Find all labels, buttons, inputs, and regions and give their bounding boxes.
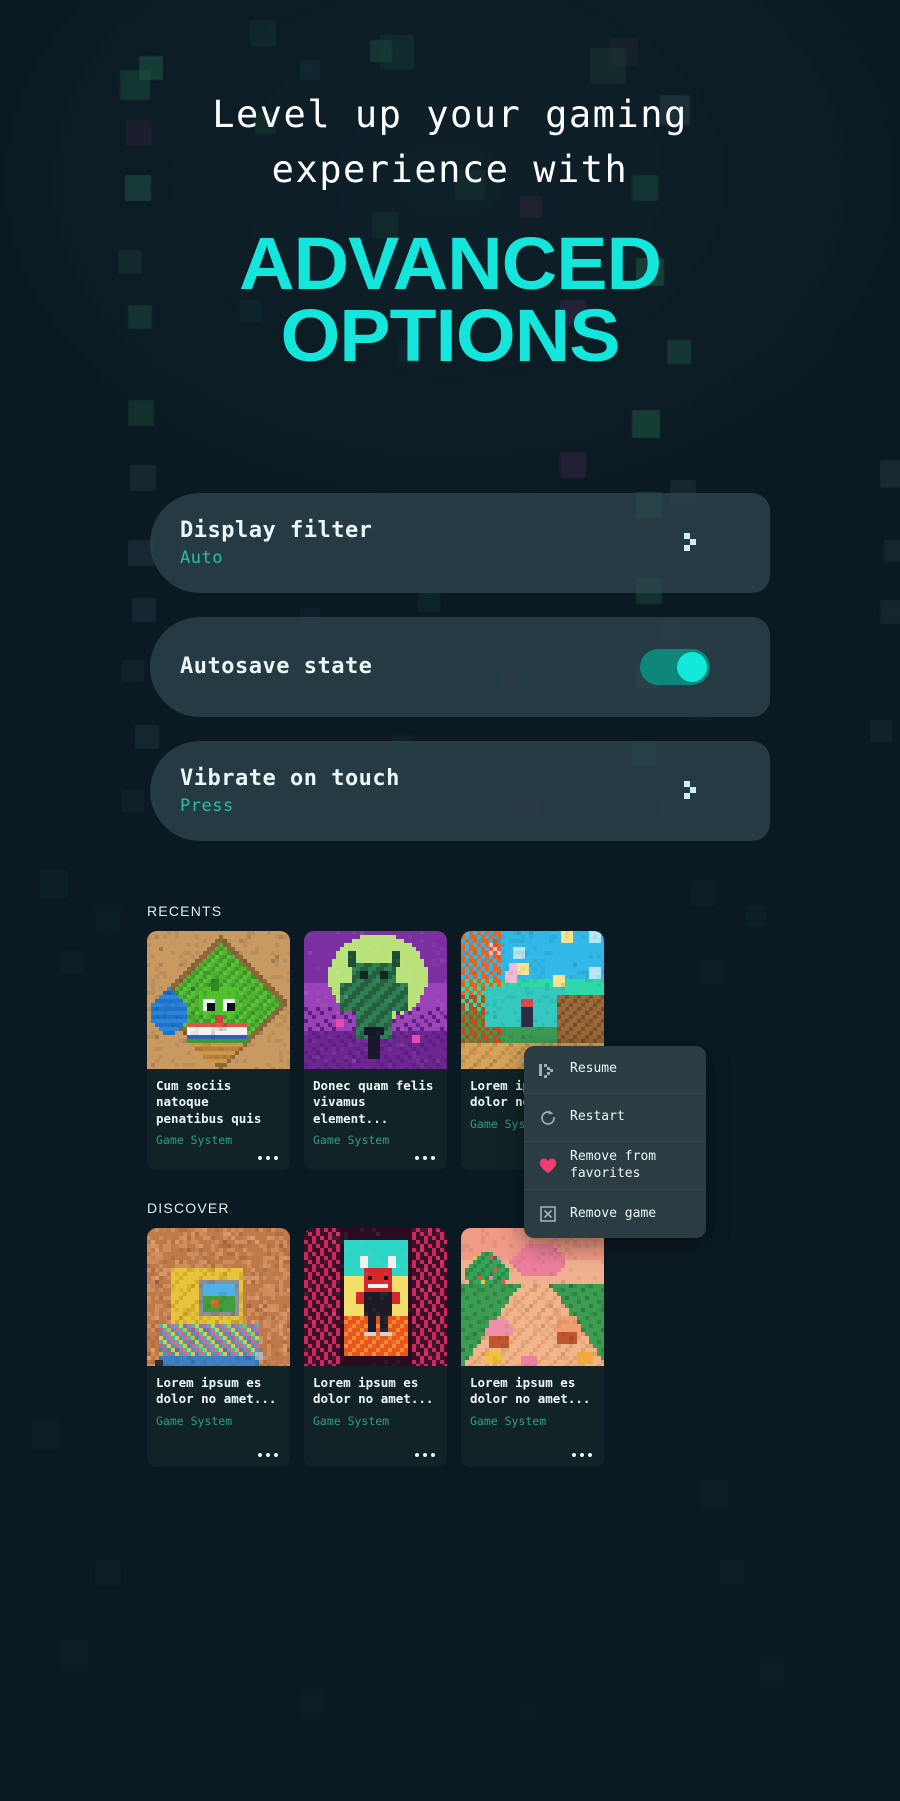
app-screen: Level up your gaming experience with ADV… (0, 0, 900, 1801)
context-menu-item-label: Remove game (570, 1205, 657, 1221)
game-system: Game System (313, 1133, 390, 1148)
game-card[interactable]: Donec quam felis vivamus element... Game… (304, 930, 447, 1170)
chevron-right-icon[interactable] (680, 530, 706, 556)
setting-title: Autosave state (180, 654, 373, 680)
chevron-right-icon[interactable] (680, 778, 706, 804)
heart-icon (538, 1156, 558, 1176)
game-title: Lorem ipsum es dolor no amet... (313, 1374, 434, 1407)
game-row: Lorem ipsum es dolor no amet... Game Sys… (147, 1227, 900, 1467)
setting-texts: Autosave state (180, 654, 640, 679)
ellipsis-icon[interactable] (415, 1452, 435, 1457)
setting-autosave-state[interactable]: Autosave state (150, 616, 770, 717)
game-system: Game System (313, 1413, 390, 1428)
game-library: RECENTS Cum sociis natoque penatibus qui… (0, 903, 900, 1467)
ellipsis-icon[interactable] (572, 1452, 592, 1457)
game-system: Game System (156, 1413, 233, 1428)
game-title: Lorem ipsum es dolor no amet... (470, 1374, 591, 1407)
game-context-menu: Resume Restart Remove from favorites Rem… (524, 1046, 706, 1238)
context-menu-item-label: Restart (570, 1109, 625, 1125)
game-meta: Donec quam felis vivamus element... Game… (304, 1069, 447, 1170)
section-label: RECENTS (147, 902, 223, 919)
setting-display-filter[interactable]: Display filter Auto (150, 492, 770, 593)
hero-line-1: Level up your gaming (212, 93, 688, 136)
hero-headline-line-2: OPTIONS (280, 294, 620, 378)
context-menu-item-remove-game[interactable]: Remove game (524, 1190, 706, 1238)
context-menu-item-label: Remove from favorites (570, 1149, 657, 1181)
context-menu-item-remove-favorites[interactable]: Remove from favorites (524, 1142, 706, 1190)
game-thumbnail[interactable] (304, 1227, 447, 1366)
hero-line-2: experience with (271, 147, 629, 191)
game-card[interactable]: Cum sociis natoque penatibus quis Game S… (147, 930, 290, 1170)
settings-list: Display filter Auto Autosave state Vibra… (0, 492, 900, 841)
game-thumbnail[interactable] (147, 930, 290, 1069)
section-discover: DISCOVER Lorem ipsum es dolor no amet...… (147, 1200, 900, 1467)
ellipsis-icon[interactable] (258, 1452, 278, 1457)
setting-title: Display filter (180, 517, 373, 543)
game-thumbnail[interactable] (304, 930, 447, 1069)
game-card[interactable]: Lorem ipsum es dolor no amet... Game Sys… (147, 1227, 290, 1467)
autosave-toggle[interactable] (640, 648, 710, 685)
setting-title: Vibrate on touch (180, 765, 400, 791)
hero-headline-line-1: ADVANCED (238, 221, 662, 305)
hero-section: Level up your gaming experience with ADV… (0, 0, 900, 373)
play-icon (538, 1060, 558, 1080)
hero-headline: ADVANCED OPTIONS (0, 221, 900, 378)
setting-texts: Vibrate on touch Press (180, 766, 680, 816)
game-card[interactable]: Lorem ipsum es dolor no amet... Game Sys… (461, 1227, 604, 1467)
game-meta: Lorem ipsum es dolor no amet... Game Sys… (304, 1366, 447, 1467)
ellipsis-icon[interactable] (415, 1155, 435, 1160)
game-thumbnail[interactable] (461, 1227, 604, 1366)
game-meta: Lorem ipsum es dolor no amet... Game Sys… (147, 1366, 290, 1467)
game-title: Donec quam felis vivamus element... (313, 1077, 434, 1126)
game-system: Game System (156, 1133, 233, 1148)
game-system: Game System (470, 1413, 547, 1428)
setting-value: Auto (180, 547, 223, 568)
remove-box-icon (538, 1204, 558, 1224)
game-title: Lorem ipsum es dolor no amet... (156, 1374, 277, 1407)
game-card[interactable]: Lorem ipsum es dolor no amet... Game Sys… (304, 1227, 447, 1467)
context-menu-item-label: Resume (570, 1061, 617, 1077)
setting-texts: Display filter Auto (180, 518, 680, 568)
context-menu-item-restart[interactable]: Restart (524, 1094, 706, 1142)
setting-value: Press (180, 795, 234, 816)
ellipsis-icon[interactable] (258, 1155, 278, 1160)
toggle-knob (677, 651, 707, 682)
game-title: Cum sociis natoque penatibus quis (156, 1077, 262, 1126)
game-meta: Lorem ipsum es dolor no amet... Game Sys… (461, 1366, 604, 1467)
setting-vibrate-on-touch[interactable]: Vibrate on touch Press (150, 740, 770, 841)
game-thumbnail[interactable] (147, 1227, 290, 1366)
game-meta: Cum sociis natoque penatibus quis Game S… (147, 1069, 290, 1170)
restart-icon (538, 1108, 558, 1128)
context-menu-item-resume[interactable]: Resume (524, 1046, 706, 1094)
